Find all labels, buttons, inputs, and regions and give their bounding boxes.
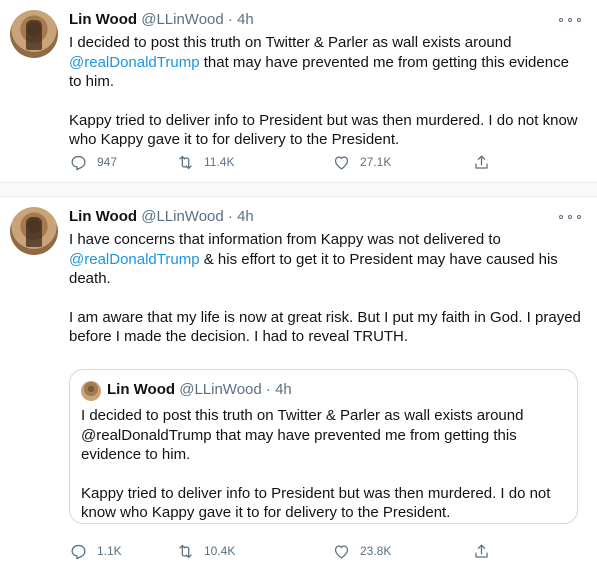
like-icon xyxy=(334,155,349,169)
more-icon[interactable] xyxy=(559,210,581,224)
tweet-header: Lin Wood @LLinWood · 4h xyxy=(69,10,254,30)
separator: · xyxy=(227,11,233,28)
author-handle[interactable]: @LLinWood xyxy=(141,11,224,28)
retweet-button[interactable]: 11.4K xyxy=(176,150,234,174)
retweet-icon xyxy=(179,544,192,558)
tweet[interactable]: Lin Wood @LLinWood · 4h I have concerns … xyxy=(0,196,597,583)
share-button[interactable] xyxy=(472,150,491,174)
quote-timestamp: 4h xyxy=(275,381,292,398)
share-icon xyxy=(475,544,488,558)
quote-text: I decided to post this truth on Twitter … xyxy=(81,406,567,523)
retweet-button[interactable]: 10.4K xyxy=(176,539,235,563)
reply-button[interactable]: 947 xyxy=(69,150,117,174)
quote-author-handle: @LLinWood xyxy=(179,381,262,398)
avatar[interactable] xyxy=(10,10,58,58)
reply-count: 1.1K xyxy=(97,544,122,558)
like-button[interactable]: 27.1K xyxy=(332,150,391,174)
share-button[interactable] xyxy=(472,539,491,563)
quote-paragraph: Kappy tried to deliver info to President… xyxy=(81,484,551,522)
text-span: I have concerns that information from Ka… xyxy=(69,231,501,248)
quote-author-name: Lin Wood xyxy=(107,381,176,398)
author-name[interactable]: Lin Wood xyxy=(69,208,137,225)
quote-header: Lin Wood @LLinWood · 4h xyxy=(107,380,292,400)
timestamp[interactable]: 4h xyxy=(237,11,254,28)
like-count: 27.1K xyxy=(360,155,392,169)
timeline-gap xyxy=(0,183,597,196)
more-icon[interactable] xyxy=(559,13,581,27)
mention-link[interactable]: @realDonaldTrump xyxy=(69,54,200,71)
like-count: 23.8K xyxy=(360,544,392,558)
quote-paragraph: I decided to post this truth on Twitter … xyxy=(81,407,524,463)
text-span: I am aware that my life is now at great … xyxy=(69,308,581,346)
like-button[interactable]: 23.8K xyxy=(332,539,391,563)
tweet-paragraph: I decided to post this truth on Twitter … xyxy=(69,33,581,92)
tweet-paragraph: I am aware that my life is now at great … xyxy=(69,308,581,347)
tweet-text: I decided to post this truth on Twitter … xyxy=(69,33,581,150)
tweet-paragraph: I have concerns that information from Ka… xyxy=(69,230,581,289)
share-icon xyxy=(475,155,488,169)
avatar[interactable] xyxy=(10,207,58,255)
retweet-count: 10.4K xyxy=(204,544,236,558)
tweet-header: Lin Wood @LLinWood · 4h xyxy=(69,207,254,227)
retweet-count: 11.4K xyxy=(204,155,235,169)
reply-icon xyxy=(71,155,86,170)
reply-button[interactable]: 1.1K xyxy=(69,539,122,563)
tweet-actions: 947 11.4K 27.1K xyxy=(69,150,499,174)
mention-link[interactable]: @realDonaldTrump xyxy=(69,251,200,268)
separator: · xyxy=(265,381,271,398)
author-handle[interactable]: @LLinWood xyxy=(141,208,224,225)
reply-icon xyxy=(71,544,86,559)
text-span: Kappy tried to deliver info to President… xyxy=(69,111,578,149)
quoted-tweet[interactable]: Lin Wood @LLinWood · 4h I decided to pos… xyxy=(69,369,578,524)
retweet-icon xyxy=(179,155,192,169)
tweet-actions: 1.1K 10.4K 23.8K xyxy=(69,539,499,563)
tweet-paragraph: Kappy tried to deliver info to President… xyxy=(69,111,581,150)
like-icon xyxy=(334,544,349,558)
author-name[interactable]: Lin Wood xyxy=(69,11,137,28)
separator: · xyxy=(227,208,233,225)
reply-count: 947 xyxy=(97,155,118,169)
timestamp[interactable]: 4h xyxy=(237,208,254,225)
tweet[interactable]: Lin Wood @LLinWood · 4h I decided to pos… xyxy=(0,0,597,183)
quote-avatar xyxy=(81,381,101,401)
tweet-text: I have concerns that information from Ka… xyxy=(69,230,581,347)
text-span: I decided to post this truth on Twitter … xyxy=(69,34,512,51)
